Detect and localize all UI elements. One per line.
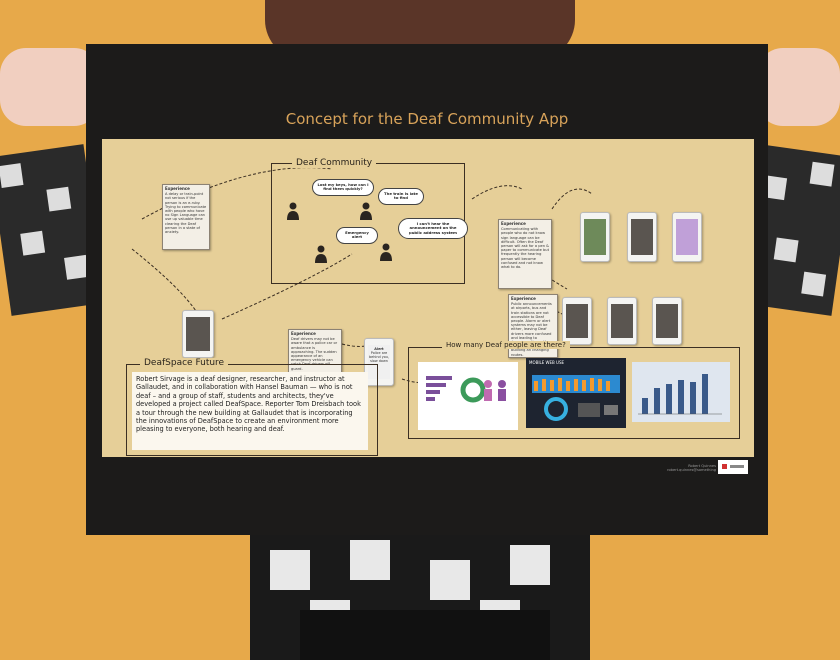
pants xyxy=(300,610,550,660)
logo-badge xyxy=(718,460,748,474)
infographic xyxy=(426,376,506,403)
content-panel: Deaf Community Lost my keys, how can I f… xyxy=(102,139,754,457)
poster: Concept for the Deaf Community App Deaf … xyxy=(86,44,768,535)
credit: Robert Quinnes robert.quinnes@something xyxy=(667,464,716,473)
phone-mockup xyxy=(562,297,592,345)
phone-mockup xyxy=(580,212,610,262)
speech-bubble: The train is late to find xyxy=(378,188,424,205)
stats-label: How many Deaf people are there? xyxy=(442,341,570,349)
speech-bubble: Emergency alert xyxy=(336,227,378,244)
phone-mockup xyxy=(652,297,682,345)
phone-mockup xyxy=(627,212,657,262)
person-icon xyxy=(315,245,327,263)
stats-chart-3 xyxy=(632,362,730,422)
person-icon xyxy=(380,243,392,261)
stats-chart-1 xyxy=(418,362,518,430)
phone-mockup xyxy=(182,310,214,358)
future-text: Robert Sirvage is a deaf designer, resea… xyxy=(132,372,368,450)
experience-note: Experience A delay or train-point not ser… xyxy=(162,184,210,250)
person-icon xyxy=(287,202,299,220)
left-hand xyxy=(0,48,100,126)
community-label: Deaf Community xyxy=(292,158,377,168)
phone-mockup xyxy=(607,297,637,345)
experience-note: Experience Communicating with people who … xyxy=(498,219,552,289)
speech-bubble: I can't hear the announcement on the pub… xyxy=(398,218,468,240)
person-icon xyxy=(360,202,372,220)
phone-mockup xyxy=(672,212,702,262)
chart-title: MOBILE WEB USE xyxy=(529,360,565,365)
column-chart xyxy=(638,374,722,415)
future-label: DeafSpace Future xyxy=(140,358,229,368)
poster-title: Concept for the Deaf Community App xyxy=(285,110,569,128)
stats-chart-2: MOBILE WEB USE xyxy=(526,358,626,428)
speech-bubble: Lost my keys, how can I find them quickl… xyxy=(312,179,374,196)
bar-infographic xyxy=(532,375,620,421)
right-hand xyxy=(757,48,840,126)
